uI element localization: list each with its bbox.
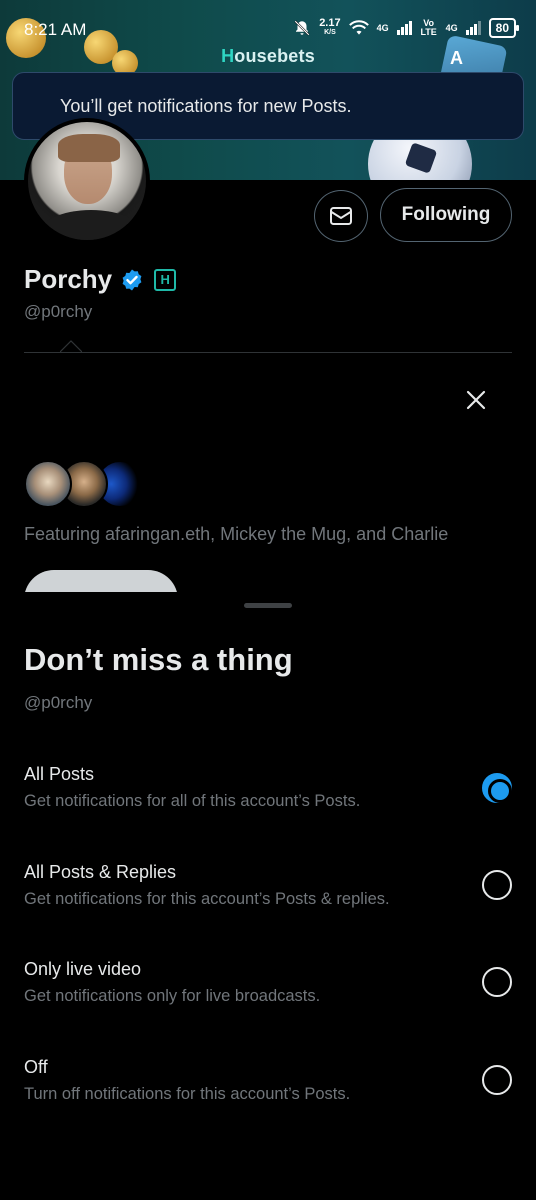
option-description: Get notifications only for live broadcas… (24, 987, 321, 1005)
display-name: Porchy (24, 264, 113, 294)
wifi-icon (348, 20, 369, 35)
status-bar: 8:21 AM 2.17 K/S 4G Vo LTE 4G 80 (0, 0, 536, 60)
option-label: Off (24, 1057, 48, 1077)
signal-strength-icon (396, 21, 412, 35)
option-all-posts[interactable]: All Posts Get notifications for all of t… (0, 764, 536, 854)
network-type-label: 4G (376, 23, 389, 33)
featured-accounts-facepile[interactable] (24, 460, 144, 510)
featured-avatar (24, 460, 72, 508)
sheet-grabber-handle[interactable] (244, 603, 292, 608)
status-time: 8:21 AM (24, 20, 87, 39)
radio-unselected[interactable] (482, 1065, 512, 1095)
profile-handle: @p0rchy (24, 302, 93, 321)
option-all-posts-replies[interactable]: All Posts & Replies Get notifications fo… (0, 862, 536, 952)
envelope-icon (330, 207, 352, 225)
battery-indicator: 80 (488, 18, 520, 38)
option-off[interactable]: Off Turn off notifications for this acco… (0, 1057, 536, 1147)
option-only-live-video[interactable]: Only live video Get notifications only f… (0, 959, 536, 1049)
option-description: Get notifications for this account’s Pos… (24, 890, 390, 908)
section-divider (24, 352, 512, 353)
profile-avatar[interactable] (24, 118, 150, 244)
sheet-handle: @p0rchy (24, 693, 93, 712)
radio-unselected[interactable] (482, 967, 512, 997)
network-type-label: 4G (445, 23, 458, 33)
close-icon[interactable] (462, 386, 490, 414)
profile-name-row: Porchy H (24, 264, 177, 295)
option-label: All Posts (24, 764, 95, 784)
affiliate-badge[interactable]: H (154, 268, 177, 291)
option-label: Only live video (24, 959, 142, 979)
divider-notch (60, 340, 82, 353)
volte-label: Vo LTE (420, 18, 437, 37)
sheet-title: Don’t miss a thing (24, 642, 293, 677)
verified-badge-icon[interactable] (120, 268, 144, 292)
option-description: Get notifications for all of this accoun… (24, 792, 361, 810)
following-button[interactable]: Following (380, 188, 512, 242)
notifications-bottom-sheet: Don’t miss a thing @p0rchy All Posts Get… (0, 592, 536, 1200)
mute-notifications-icon (294, 20, 310, 36)
option-description: Turn off notifications for this account’… (24, 1085, 351, 1103)
toast-message: You’ll get notifications for new Posts. (60, 95, 352, 116)
featuring-text: Featuring afaringan.eth, Mickey the Mug,… (24, 524, 449, 544)
network-speed: 2.17 K/S (319, 17, 341, 37)
option-label: All Posts & Replies (24, 862, 177, 882)
radio-unselected[interactable] (482, 870, 512, 900)
message-button[interactable] (314, 190, 368, 242)
signal-strength-icon (465, 21, 481, 35)
radio-selected[interactable] (482, 773, 512, 803)
